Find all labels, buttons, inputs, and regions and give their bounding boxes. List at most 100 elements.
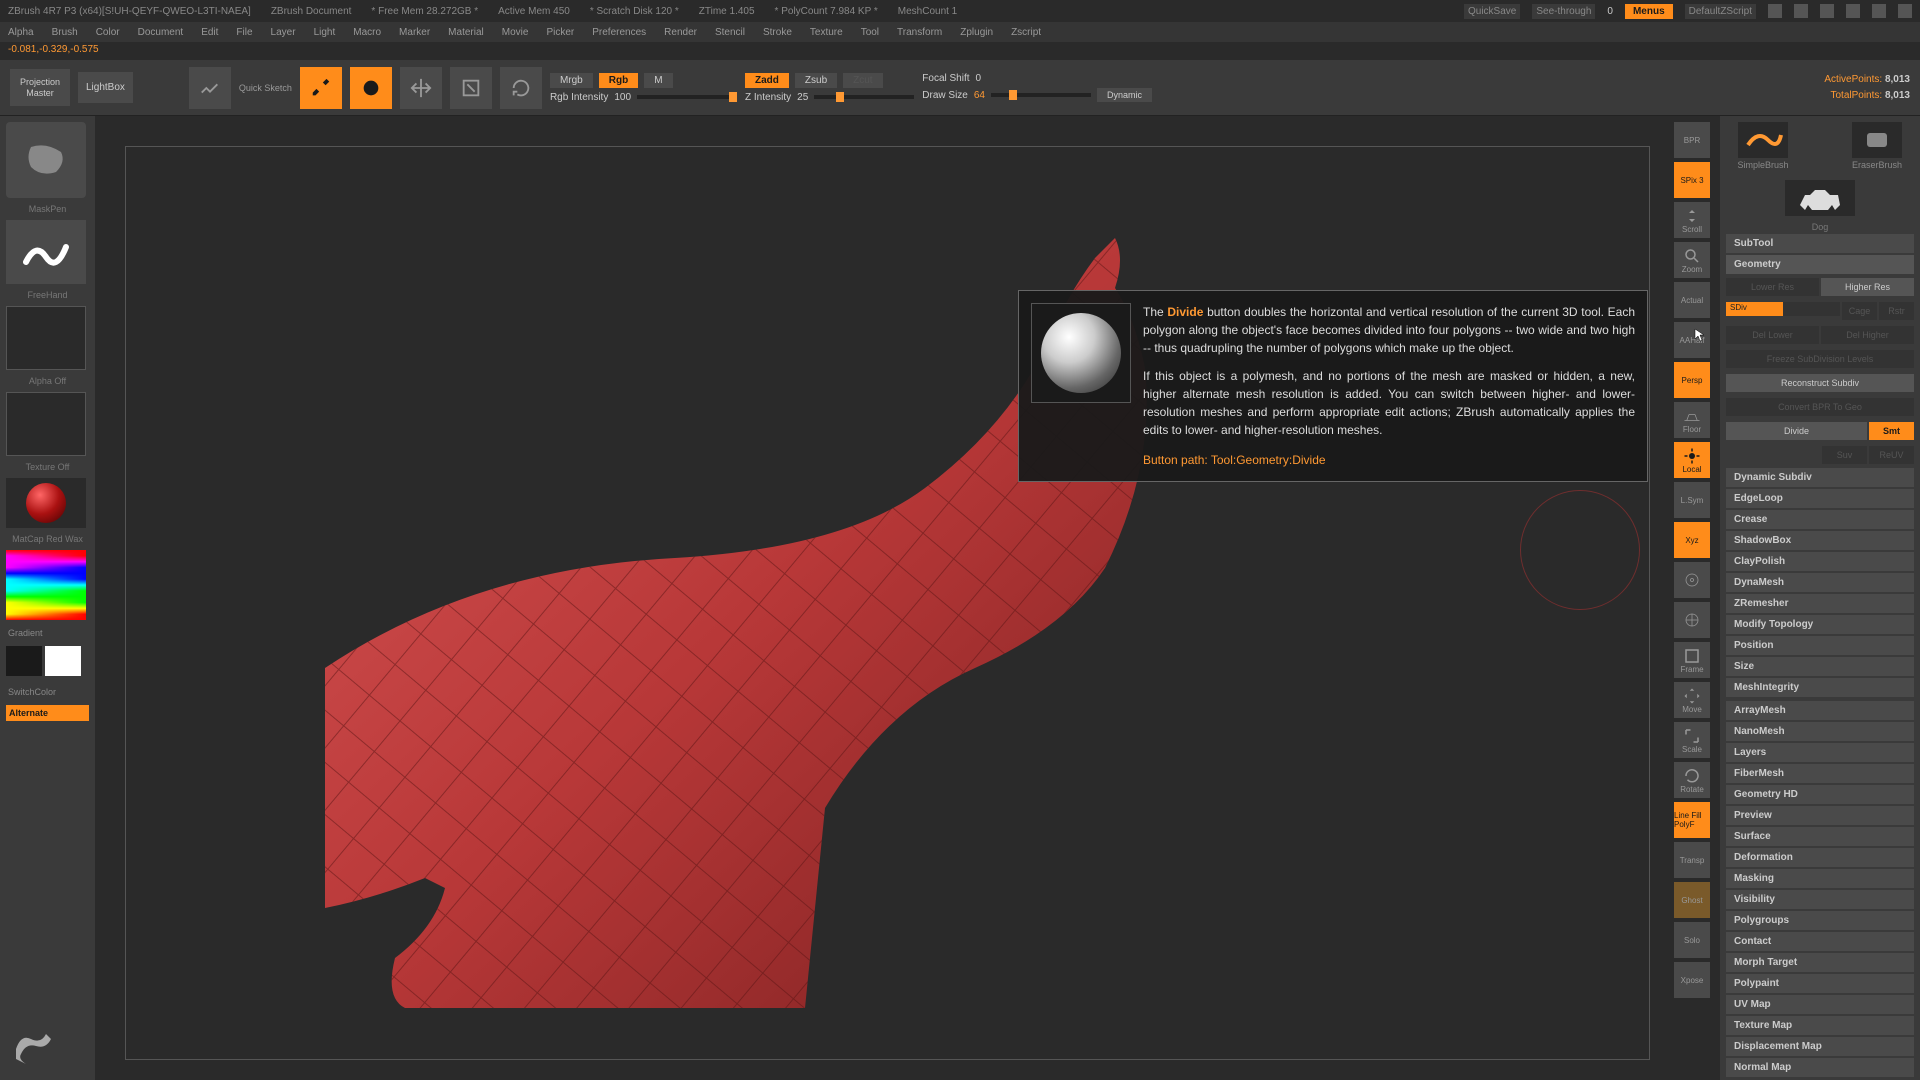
alpha-selector[interactable] — [6, 306, 86, 370]
lightbox-button[interactable]: LightBox — [78, 72, 133, 103]
projection-master-button[interactable]: Projection Master — [10, 69, 70, 107]
fibermesh-section[interactable]: FiberMesh — [1726, 764, 1914, 783]
masking-section[interactable]: Masking — [1726, 869, 1914, 888]
bpr-button[interactable]: BPR — [1674, 122, 1710, 158]
layers-section[interactable]: Layers — [1726, 743, 1914, 762]
scroll-button[interactable]: Scroll — [1674, 202, 1710, 238]
menu-color[interactable]: Color — [96, 27, 120, 38]
geometry-section[interactable]: Geometry — [1726, 255, 1914, 274]
menu-texture[interactable]: Texture — [810, 27, 843, 38]
local-button[interactable]: Local — [1674, 442, 1710, 478]
menus-button[interactable]: Menus — [1625, 4, 1673, 19]
polyf-button[interactable]: Line Fill PolyF — [1674, 802, 1710, 838]
stroke-selector[interactable] — [6, 220, 86, 284]
freeze-subdiv-button[interactable]: Freeze SubDivision Levels — [1726, 350, 1914, 368]
zsub-button[interactable]: Zsub — [795, 73, 837, 88]
shadowbox-section[interactable]: ShadowBox — [1726, 531, 1914, 550]
maximize-button[interactable] — [1872, 4, 1886, 18]
menu-preferences[interactable]: Preferences — [592, 27, 646, 38]
claypolish-section[interactable]: ClayPolish — [1726, 552, 1914, 571]
minimize-button[interactable] — [1846, 4, 1860, 18]
draw-button[interactable] — [350, 67, 392, 109]
menu-stroke[interactable]: Stroke — [763, 27, 792, 38]
subtool-section[interactable]: SubTool — [1726, 234, 1914, 253]
menu-movie[interactable]: Movie — [502, 27, 529, 38]
pivot-button[interactable] — [1674, 602, 1710, 638]
morph-target-section[interactable]: Morph Target — [1726, 953, 1914, 972]
reconstruct-subdiv-button[interactable]: Reconstruct Subdiv — [1726, 374, 1914, 392]
convert-bpr-button[interactable]: Convert BPR To Geo — [1726, 398, 1914, 416]
menu-transform[interactable]: Transform — [897, 27, 942, 38]
edgeloop-section[interactable]: EdgeLoop — [1726, 489, 1914, 508]
center-button[interactable] — [1674, 562, 1710, 598]
surface-section[interactable]: Surface — [1726, 827, 1914, 846]
del-higher-button[interactable]: Del Higher — [1821, 326, 1914, 344]
rotate-canvas-button[interactable]: Rotate — [1674, 762, 1710, 798]
quick-sketch-button[interactable] — [189, 67, 231, 109]
switch-color-button[interactable]: SwitchColor — [6, 685, 89, 699]
size-section[interactable]: Size — [1726, 657, 1914, 676]
persp-button[interactable]: Persp — [1674, 362, 1710, 398]
menu-alpha[interactable]: Alpha — [8, 27, 34, 38]
solo-button[interactable]: Solo — [1674, 922, 1710, 958]
menu-material[interactable]: Material — [448, 27, 484, 38]
m-button[interactable]: M — [644, 73, 672, 88]
transp-button[interactable]: Transp — [1674, 842, 1710, 878]
normal-map-section[interactable]: Normal Map — [1726, 1058, 1914, 1077]
arraymesh-section[interactable]: ArrayMesh — [1726, 701, 1914, 720]
z-intensity-slider[interactable] — [814, 95, 914, 99]
window-control-3[interactable] — [1820, 4, 1834, 18]
secondary-color-swatch[interactable] — [45, 646, 81, 676]
menu-zscript[interactable]: Zscript — [1011, 27, 1041, 38]
del-lower-button[interactable]: Del Lower — [1726, 326, 1819, 344]
menu-marker[interactable]: Marker — [399, 27, 430, 38]
mesh-integrity-section[interactable]: MeshIntegrity — [1726, 678, 1914, 697]
nanomesh-section[interactable]: NanoMesh — [1726, 722, 1914, 741]
scale-canvas-button[interactable]: Scale — [1674, 722, 1710, 758]
cage-button[interactable]: Cage — [1842, 302, 1877, 320]
contact-section[interactable]: Contact — [1726, 932, 1914, 951]
tool-selector[interactable] — [1785, 180, 1855, 216]
canvas[interactable]: BPR SPix 3 Scroll Zoom Actual AAHalf Per… — [95, 116, 1720, 1080]
window-control-1[interactable] — [1768, 4, 1782, 18]
lower-res-button[interactable]: Lower Res — [1726, 278, 1819, 296]
brush-selector[interactable] — [6, 122, 86, 198]
polygroups-section[interactable]: Polygroups — [1726, 911, 1914, 930]
xpose-button[interactable]: Xpose — [1674, 962, 1710, 998]
gradient-label[interactable]: Gradient — [6, 626, 89, 640]
close-button[interactable] — [1898, 4, 1912, 18]
displacement-map-section[interactable]: Displacement Map — [1726, 1037, 1914, 1056]
rgb-intensity-slider[interactable] — [637, 95, 737, 99]
zadd-button[interactable]: Zadd — [745, 73, 789, 88]
seethrough-label[interactable]: See-through — [1532, 4, 1595, 19]
floor-button[interactable]: Floor — [1674, 402, 1710, 438]
rgb-button[interactable]: Rgb — [599, 73, 638, 88]
simple-brush-selector[interactable]: SimpleBrush — [1733, 122, 1793, 170]
texture-map-section[interactable]: Texture Map — [1726, 1016, 1914, 1035]
modify-topology-section[interactable]: Modify Topology — [1726, 615, 1914, 634]
dynamic-subdiv-section[interactable]: Dynamic Subdiv — [1726, 468, 1914, 487]
actual-button[interactable]: Actual — [1674, 282, 1710, 318]
default-zscript[interactable]: DefaultZScript — [1685, 4, 1756, 19]
spix-button[interactable]: SPix 3 — [1674, 162, 1710, 198]
draw-size-slider[interactable] — [991, 93, 1091, 97]
window-control-2[interactable] — [1794, 4, 1808, 18]
quicksave-button[interactable]: QuickSave — [1464, 4, 1520, 19]
deformation-section[interactable]: Deformation — [1726, 848, 1914, 867]
dynamesh-section[interactable]: DynaMesh — [1726, 573, 1914, 592]
move-button[interactable] — [400, 67, 442, 109]
eraser-brush-selector[interactable]: EraserBrush — [1847, 122, 1907, 170]
position-section[interactable]: Position — [1726, 636, 1914, 655]
menu-zplugin[interactable]: Zplugin — [960, 27, 993, 38]
preview-section[interactable]: Preview — [1726, 806, 1914, 825]
main-color-swatch[interactable] — [6, 646, 42, 676]
smt-button[interactable]: Smt — [1869, 422, 1914, 440]
rstr-button[interactable]: Rstr — [1879, 302, 1914, 320]
zremesher-section[interactable]: ZRemesher — [1726, 594, 1914, 613]
reuv-button[interactable]: ReUV — [1869, 446, 1914, 464]
polypaint-section[interactable]: Polypaint — [1726, 974, 1914, 993]
menu-edit[interactable]: Edit — [201, 27, 218, 38]
menu-stencil[interactable]: Stencil — [715, 27, 745, 38]
scale-button[interactable] — [450, 67, 492, 109]
texture-selector[interactable] — [6, 392, 86, 456]
